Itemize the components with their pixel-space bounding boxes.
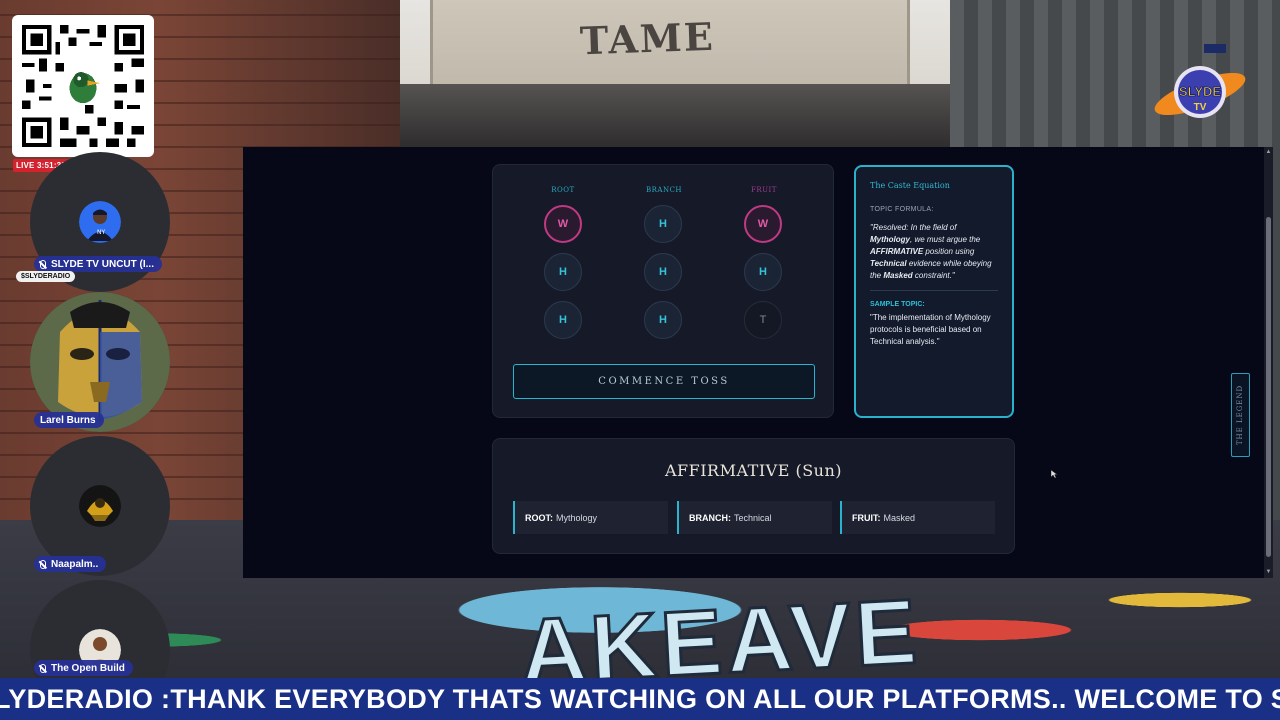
coin-fruit-1: W — [744, 205, 782, 243]
qr-code — [12, 15, 154, 157]
coin-fruit-2: H — [744, 253, 782, 291]
chip-key: ROOT: — [525, 512, 553, 523]
divider — [870, 290, 998, 291]
mic-muted-icon — [40, 663, 46, 673]
coin-branch-2: H — [644, 253, 682, 291]
formula-branch-value: Technical — [870, 259, 907, 268]
column-header-fruit: FRUIT — [751, 186, 777, 194]
column-header-root: ROOT — [551, 186, 575, 194]
participant-name-label: The Open Build — [34, 660, 133, 676]
equation-title: The Caste Equation — [870, 181, 950, 190]
chip-value: Technical — [734, 512, 772, 523]
coin-root-1: W — [544, 205, 582, 243]
participant-name: Larel Burns — [40, 414, 96, 426]
formula-text-part: position using — [923, 247, 975, 256]
chip-key: FRUIT: — [852, 512, 881, 523]
news-ticker: LYDERADIO :THANK EVERYBODY THATS WATCHIN… — [0, 678, 1280, 720]
scroll-up-icon[interactable]: ▲ — [1265, 149, 1272, 156]
svg-text:SLYDE: SLYDE — [1179, 84, 1221, 99]
participant-handle-badge: $SLYDERADIO — [16, 271, 76, 282]
qr-code-icon — [22, 25, 144, 147]
participant-video — [30, 292, 170, 432]
ticker-text: LYDERADIO :THANK EVERYBODY THATS WATCHIN… — [0, 683, 1280, 714]
background-roof — [380, 84, 980, 148]
caste-equation-card: The Caste Equation TOPIC FORMULA: "Resol… — [854, 165, 1014, 418]
chip-value: Masked — [883, 512, 916, 523]
result-chip-fruit: FRUIT: Masked — [840, 501, 995, 534]
chip-key: BRANCH: — [689, 512, 731, 523]
participant-name: The Open Build — [51, 662, 125, 674]
legend-tab-label: THE LEGEND — [1236, 384, 1245, 446]
formula-fruit-value: Masked — [883, 271, 913, 280]
result-panel: AFFIRMATIVE (Sun) ROOT: Mythology BRANCH… — [492, 438, 1015, 554]
coin-fruit-3: T — [744, 301, 782, 339]
topic-formula-label: TOPIC FORMULA: — [870, 206, 934, 213]
formula-text-part: constraint." — [912, 271, 955, 280]
coin-root-3: H — [544, 301, 582, 339]
sample-topic-label: SAMPLE TOPIC: — [870, 301, 925, 308]
building-sign: TAME — [579, 13, 716, 64]
formula-text-part: "Resolved: In the field of — [870, 223, 957, 232]
result-title: AFFIRMATIVE (Sun) — [664, 461, 843, 480]
mask-image — [30, 292, 170, 432]
svg-text:TV: TV — [1194, 102, 1207, 113]
mic-muted-icon — [40, 259, 46, 269]
participant-name-label: Naapalm.. — [34, 556, 107, 572]
result-chip-root: ROOT: Mythology — [513, 501, 668, 534]
coin-root-2: H — [544, 253, 582, 291]
participant-tile[interactable]: Naapalm.. — [30, 436, 170, 576]
scrollbar[interactable]: ▲ ▼ — [1264, 147, 1273, 578]
participant-name-label: Larel Burns — [34, 412, 104, 428]
topic-formula-text: "Resolved: In the field of Mythology, we… — [870, 222, 998, 282]
mic-muted-icon — [40, 559, 46, 569]
participant-video — [30, 436, 170, 576]
commence-toss-button[interactable]: COMMENCE TOSS — [513, 364, 815, 399]
formula-root-value: Mythology — [870, 235, 910, 244]
formula-side-value: AFFIRMATIVE — [870, 247, 924, 256]
formula-text-part: , we must argue the — [910, 235, 981, 244]
sample-topic-text: "The implementation of Mythology protoco… — [870, 313, 991, 346]
participant-name: SLYDE TV UNCUT (I... — [51, 258, 154, 270]
result-chip-branch: BRANCH: Technical — [677, 501, 832, 534]
coin-branch-1: H — [644, 205, 682, 243]
svg-text:NY: NY — [97, 229, 105, 236]
scroll-down-icon[interactable]: ▼ — [1265, 569, 1272, 576]
coin-toss-panel: ROOT BRANCH FRUIT W H W H H H H H T COMM… — [492, 164, 834, 418]
participant-name: Naapalm.. — [51, 558, 99, 570]
column-header-branch: BRANCH — [645, 186, 683, 194]
scrollbar-thumb[interactable] — [1266, 217, 1271, 557]
avatar — [79, 485, 121, 527]
avatar: NY — [79, 201, 121, 243]
app-window: ROOT BRANCH FRUIT W H W H H H H H T COMM… — [243, 147, 1273, 578]
participant-tile[interactable]: Larel Burns — [30, 292, 170, 432]
coin-branch-3: H — [644, 301, 682, 339]
participant-name-label: SLYDE TV UNCUT (I... — [34, 256, 162, 272]
slyde-tv-logo: SLYDE TV — [1154, 44, 1246, 118]
chip-value: Mythology — [556, 512, 598, 523]
mouse-cursor-icon — [1051, 470, 1057, 478]
legend-tab[interactable]: THE LEGEND — [1231, 373, 1250, 457]
